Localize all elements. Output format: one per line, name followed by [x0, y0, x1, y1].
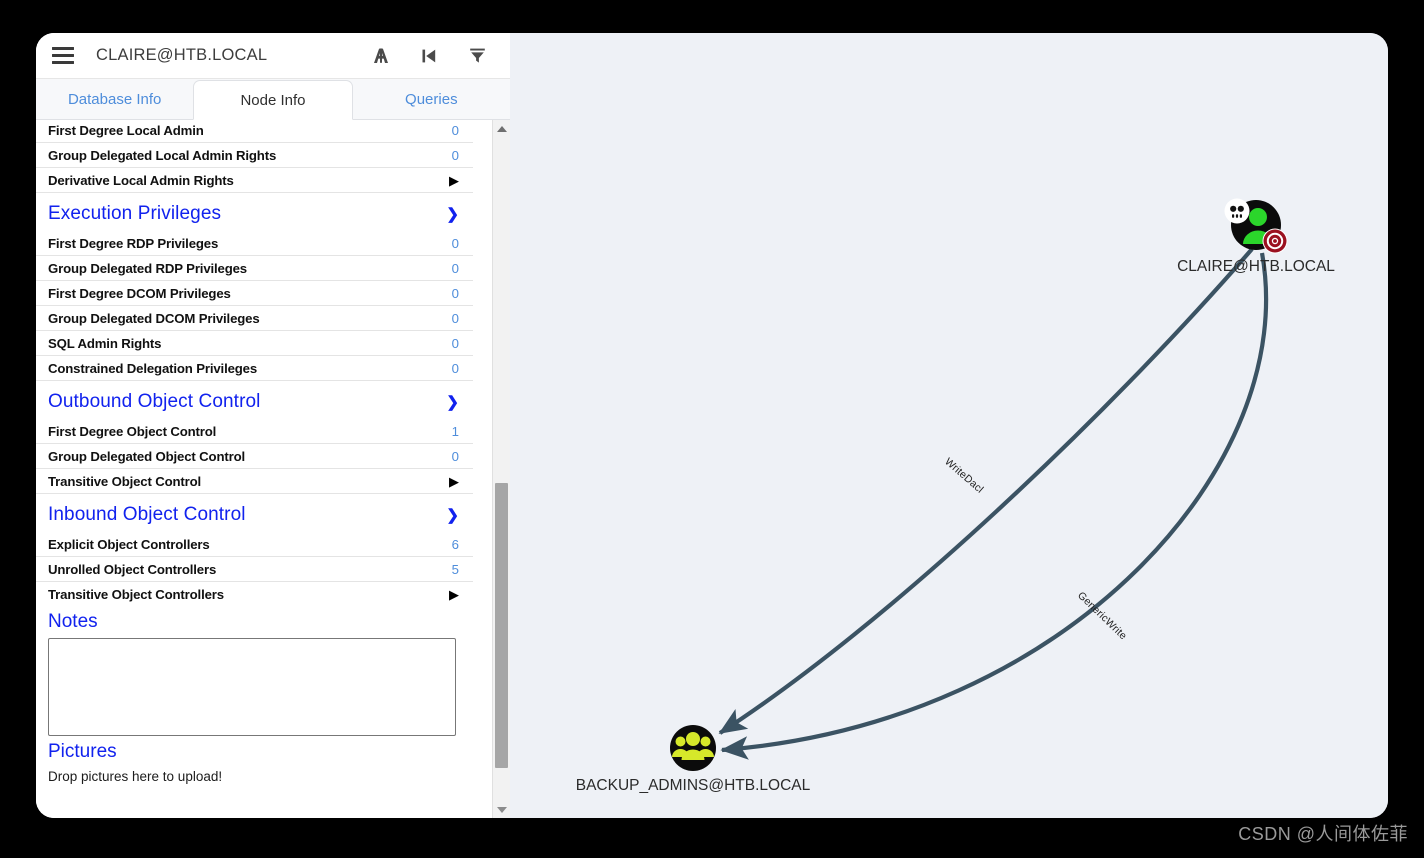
row-value: 0: [451, 448, 459, 464]
row-label: Group Delegated Local Admin Rights: [48, 147, 277, 163]
row-label: First Degree Local Admin: [48, 122, 204, 138]
row-label: First Degree RDP Privileges: [48, 235, 219, 251]
row-label: First Degree Object Control: [48, 423, 217, 439]
table-row[interactable]: Group Delegated Local Admin Rights 0: [36, 143, 473, 168]
panel-scrollbar[interactable]: [492, 120, 510, 818]
row-value: 0: [451, 310, 459, 326]
table-row[interactable]: Derivative Local Admin Rights ▶: [36, 168, 473, 193]
section-title: Outbound Object Control: [48, 391, 261, 412]
row-value: 0: [451, 147, 459, 163]
graph-edge-labels: WriteDacl GenericWrite: [942, 456, 1129, 642]
row-label: SQL Admin Rights: [48, 335, 162, 351]
row-value: 5: [451, 561, 459, 577]
row-value: 6: [451, 536, 459, 552]
table-row[interactable]: Group Delegated Object Control 0: [36, 444, 473, 469]
table-row[interactable]: SQL Admin Rights 0: [36, 331, 473, 356]
section-header-inbound-object-control[interactable]: Inbound Object Control ❯: [36, 494, 473, 532]
row-label: Constrained Delegation Privileges: [48, 360, 258, 376]
table-row[interactable]: Transitive Object Control ▶: [36, 469, 473, 494]
node-info-content: First Degree Local Admin 0 Group Delegat…: [36, 120, 473, 802]
skip-back-icon[interactable]: [418, 45, 440, 67]
panel-header: CLAIRE@HTB.LOCAL: [36, 33, 510, 79]
row-label: Unrolled Object Controllers: [48, 561, 217, 577]
header-icon-group: [370, 45, 488, 67]
chevron-down-icon[interactable]: ❯: [446, 395, 459, 410]
tab-database-info[interactable]: Database Info: [36, 79, 193, 119]
row-label: Derivative Local Admin Rights: [48, 172, 234, 188]
row-value: 0: [451, 360, 459, 376]
hamburger-icon[interactable]: [52, 47, 74, 64]
expand-caret-icon[interactable]: ▶: [439, 475, 459, 488]
row-value: 0: [451, 285, 459, 301]
graph-edges: [718, 247, 1269, 760]
row-label: Explicit Object Controllers: [48, 536, 210, 552]
notes-heading: Notes: [48, 611, 98, 632]
edge-label-writedacl: WriteDacl: [942, 456, 985, 496]
pictures-heading: Pictures: [48, 741, 117, 762]
section-header-execution-privileges[interactable]: Execution Privileges ❯: [36, 193, 473, 231]
tab-bar: Database Info Node Info Queries: [36, 79, 510, 120]
skull-owned-icon: [1224, 198, 1250, 224]
node-circle[interactable]: [670, 725, 716, 771]
row-label: Group Delegated Object Control: [48, 448, 245, 464]
tab-node-info[interactable]: Node Info: [193, 80, 353, 120]
panel-scroll-area: First Degree Local Admin 0 Group Delegat…: [36, 120, 510, 818]
row-value: 0: [451, 260, 459, 276]
target-highvalue-icon: [1262, 228, 1288, 254]
row-label: Transitive Object Control: [48, 473, 202, 489]
scroll-down-arrow-icon[interactable]: [493, 801, 510, 818]
chevron-down-icon[interactable]: ❯: [446, 508, 459, 523]
graph-node-claire[interactable]: CLAIRE@HTB.LOCAL: [1177, 198, 1335, 276]
table-row[interactable]: Explicit Object Controllers 6: [36, 532, 473, 557]
row-label: Transitive Object Controllers: [48, 586, 224, 602]
row-value: 0: [451, 335, 459, 351]
chevron-down-icon[interactable]: ❯: [446, 207, 459, 222]
edge-writedacl[interactable]: [718, 247, 1254, 735]
expand-caret-icon[interactable]: ▶: [439, 174, 459, 187]
section-title: Inbound Object Control: [48, 504, 246, 525]
table-row[interactable]: Group Delegated RDP Privileges 0: [36, 256, 473, 281]
node-label-claire: CLAIRE@HTB.LOCAL: [1177, 258, 1335, 275]
pictures-dropzone[interactable]: Drop pictures here to upload!: [36, 766, 473, 802]
graph-node-backup-admins[interactable]: BACKUP_ADMINS@HTB.LOCAL: [576, 725, 811, 794]
notes-input[interactable]: [48, 638, 456, 736]
table-row[interactable]: First Degree Object Control 1: [36, 419, 473, 444]
table-row[interactable]: First Degree Local Admin 0: [36, 120, 473, 143]
info-panel: CLAIRE@HTB.LOCAL Database Info Node Info…: [36, 33, 510, 818]
app-container: CLAIRE@HTB.LOCAL Database Info Node Info…: [36, 33, 1388, 818]
filter-icon[interactable]: [466, 45, 488, 67]
scroll-up-arrow-icon[interactable]: [493, 120, 510, 137]
expand-caret-icon[interactable]: ▶: [439, 588, 459, 601]
row-label: Group Delegated RDP Privileges: [48, 260, 247, 276]
page-title: CLAIRE@HTB.LOCAL: [96, 46, 268, 64]
tab-queries[interactable]: Queries: [353, 79, 510, 119]
row-label: First Degree DCOM Privileges: [48, 285, 231, 301]
section-header-outbound-object-control[interactable]: Outbound Object Control ❯: [36, 381, 473, 419]
scrollbar-thumb[interactable]: [495, 483, 508, 768]
section-title: Execution Privileges: [48, 203, 222, 224]
graph-svg[interactable]: WriteDacl GenericWrite BACKUP_ADMINS@HTB…: [510, 33, 1388, 818]
row-value: 1: [451, 423, 459, 439]
row-value: 0: [451, 235, 459, 251]
table-row[interactable]: Group Delegated DCOM Privileges 0: [36, 306, 473, 331]
table-row[interactable]: Unrolled Object Controllers 5: [36, 557, 473, 582]
graph-canvas[interactable]: WriteDacl GenericWrite BACKUP_ADMINS@HTB…: [510, 33, 1388, 818]
table-row[interactable]: First Degree RDP Privileges 0: [36, 231, 473, 256]
row-label: Group Delegated DCOM Privileges: [48, 310, 260, 326]
table-row[interactable]: Transitive Object Controllers ▶: [36, 582, 473, 606]
table-row[interactable]: Constrained Delegation Privileges 0: [36, 356, 473, 381]
watermark: CSDN @人间体佐菲: [1238, 824, 1408, 844]
table-row[interactable]: First Degree DCOM Privileges 0: [36, 281, 473, 306]
row-value: 0: [451, 122, 459, 138]
pathfinding-icon[interactable]: [370, 45, 392, 67]
node-label-backup-admins: BACKUP_ADMINS@HTB.LOCAL: [576, 777, 811, 794]
